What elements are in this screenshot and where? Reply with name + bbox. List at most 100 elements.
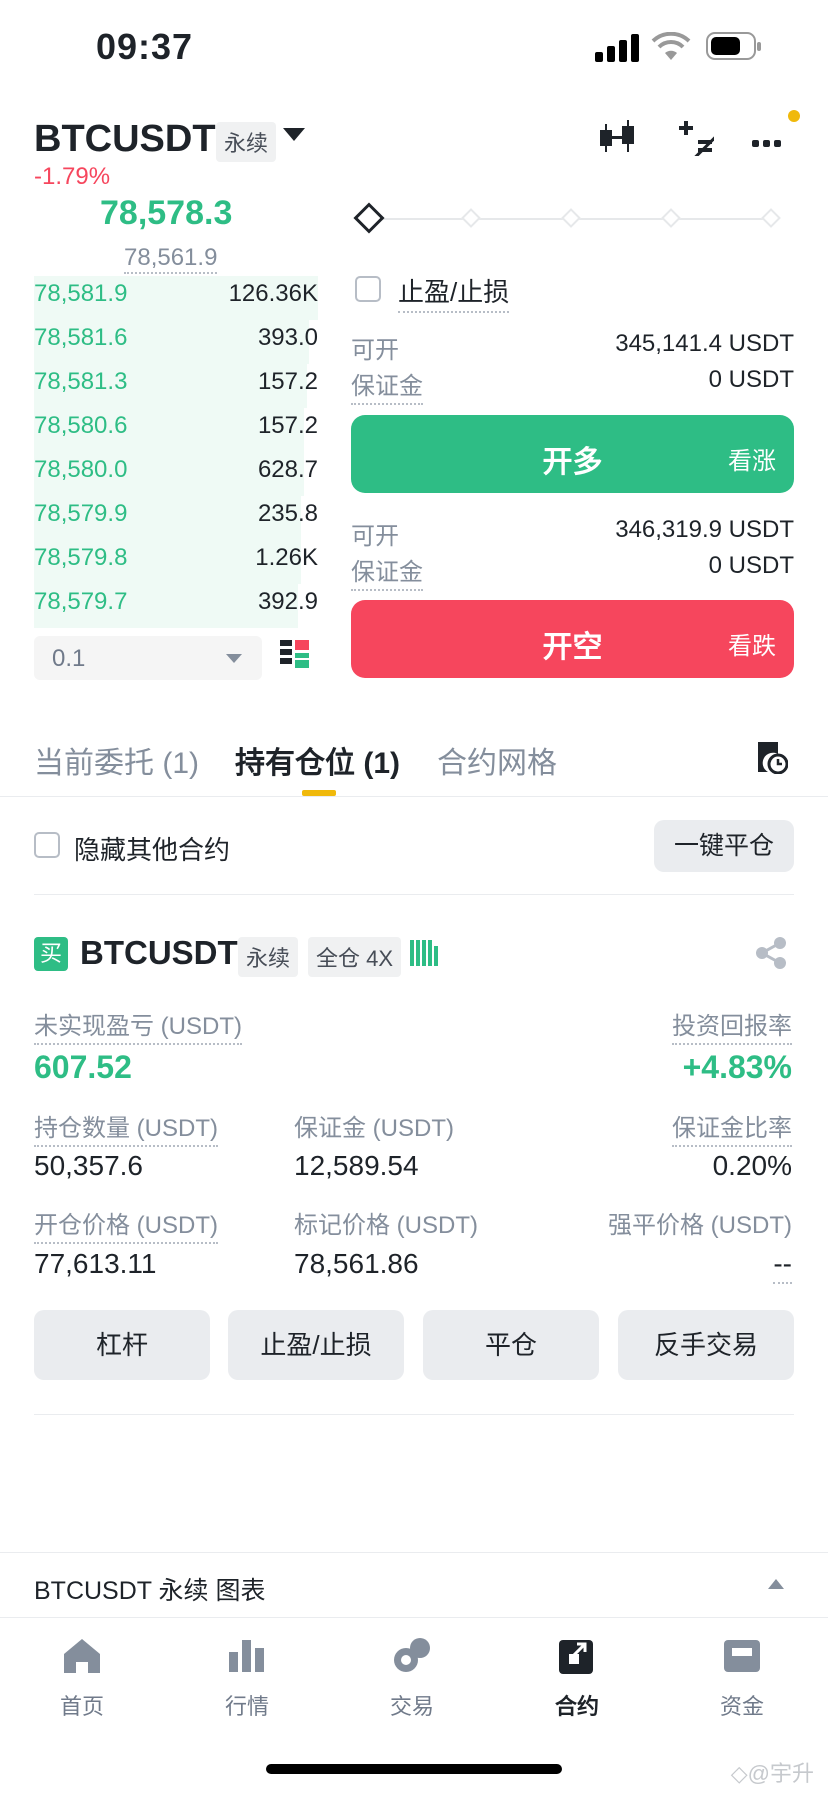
orderbook-quantity: 392.9 [257, 588, 318, 615]
slider-handle[interactable] [353, 202, 385, 234]
orderbook-quantity: 157.2 [257, 412, 318, 439]
nav-wallet-label: 资金 [719, 1694, 764, 1719]
orderbook-row[interactable]: 78,579.8 1.26K [34, 540, 318, 584]
nav-futures[interactable]: 合约 [517, 1636, 637, 1721]
divider [34, 1414, 794, 1415]
mark-price-value: 78,561.86 [294, 1248, 419, 1279]
orderbook-quantity: 393.0 [257, 324, 318, 351]
position-size-value: 50,357.6 [34, 1150, 143, 1181]
long-available-label: 可开 [351, 337, 399, 364]
leverage-button[interactable]: 杠杆 [34, 1310, 210, 1380]
last-price: 78,578.3 [100, 194, 233, 232]
leverage-slider[interactable] [353, 202, 784, 234]
depth-step-select[interactable]: 0.1 [34, 636, 262, 680]
watermark: ◇@宇升 [730, 1761, 814, 1786]
orderbook-price: 78,581.6 [34, 324, 128, 351]
price-change: -1.79% [34, 163, 111, 190]
orderbook-row[interactable]: 78,579.7 392.9 [34, 584, 318, 628]
orderbook-quantity: 1.26K [255, 544, 318, 571]
open-short-button[interactable]: 开空 看跌 [351, 600, 794, 678]
orderbook-row[interactable]: 78,580.6 157.2 [34, 408, 318, 452]
mark-price-label: 标记价格 (USDT) [294, 1212, 478, 1239]
orderbook-row[interactable]: 78,581.6 393.0 [34, 320, 318, 364]
margin-ratio-value: 0.20% [712, 1150, 792, 1181]
notification-dot [788, 110, 800, 122]
candlestick-icon[interactable] [598, 120, 638, 156]
roe-label: 投资回报率 [672, 1006, 792, 1045]
tab-open-orders[interactable]: 当前委托 (1) [34, 738, 199, 782]
tab-positions[interactable]: 持有仓位 (1) [235, 738, 400, 782]
order-history-icon[interactable] [756, 740, 788, 774]
long-margin-value: 0 USDT [708, 366, 794, 393]
wallet-icon [724, 1640, 760, 1672]
futures-icon [559, 1640, 593, 1674]
orderbook-quantity: 126.36K [228, 280, 318, 307]
more-icon[interactable] [752, 134, 785, 152]
orderbook-row[interactable]: 78,581.3 157.2 [34, 364, 318, 408]
position-size-label: 持仓数量 (USDT) [34, 1108, 218, 1147]
home-icon [64, 1639, 100, 1673]
close-position-button[interactable]: 平仓 [423, 1310, 599, 1380]
orderbook-row[interactable]: 78,580.0 628.7 [34, 452, 318, 496]
orderbook-price: 78,579.9 [34, 500, 128, 527]
trade-icon [394, 1638, 430, 1672]
orderbook-quantity: 235.8 [257, 500, 318, 527]
nav-trade[interactable]: 交易 [352, 1636, 472, 1721]
position-symbol[interactable]: BTCUSDT [80, 934, 238, 972]
close-all-button[interactable]: 一键平仓 [654, 820, 794, 872]
orderbook-price: 78,580.0 [34, 456, 128, 483]
orderbook-quantity: 628.7 [257, 456, 318, 483]
hide-other-contracts-label[interactable]: 隐藏其他合约 [74, 830, 230, 867]
chart-drawer[interactable]: BTCUSDT 永续 图表 [0, 1552, 828, 1618]
side-badge: 买 [34, 937, 68, 971]
margin-ratio-label: 保证金比率 [672, 1108, 792, 1147]
short-margin-label: 保证金 [351, 552, 423, 591]
contract-type-tag: 永续 [216, 122, 277, 162]
tpsl-button[interactable]: 止盈/止损 [228, 1310, 404, 1380]
wifi-icon [651, 32, 691, 60]
unrealized-pnl-label: 未实现盈亏 (USDT) [34, 1006, 242, 1045]
symbol-dropdown-icon[interactable] [283, 128, 305, 141]
orderbook-price: 78,581.3 [34, 368, 128, 395]
open-long-button[interactable]: 开多 看涨 [351, 415, 794, 493]
orderbook-price: 78,579.7 [34, 588, 128, 615]
tab-grid[interactable]: 合约网格 [437, 738, 557, 782]
chevron-up-icon[interactable] [768, 1579, 784, 1589]
nav-trade-label: 交易 [389, 1694, 434, 1719]
markets-icon [229, 1640, 264, 1672]
bearish-label: 看跌 [728, 633, 776, 660]
nav-markets[interactable]: 行情 [187, 1636, 307, 1721]
reverse-position-button[interactable]: 反手交易 [618, 1310, 794, 1380]
chart-drawer-label: BTCUSDT 永续 图表 [34, 1577, 266, 1605]
nav-home[interactable]: 首页 [22, 1636, 142, 1721]
mark-price: 78,561.9 [124, 244, 218, 274]
position-margin-mode[interactable]: 全仓 4X [308, 937, 402, 977]
tpsl-checkbox[interactable] [355, 276, 381, 302]
nav-futures-label: 合约 [554, 1694, 599, 1719]
contract-symbol[interactable]: BTCUSDT [34, 118, 216, 161]
entry-price-label: 开仓价格 (USDT) [34, 1205, 218, 1244]
orderbook-row[interactable]: 78,581.9 126.36K [34, 276, 318, 320]
share-icon[interactable] [754, 936, 788, 970]
position-contract-type: 永续 [238, 937, 299, 977]
long-available-value: 345,141.4 USDT [615, 330, 794, 357]
home-indicator[interactable] [266, 1764, 562, 1774]
cellular-signal-icon [595, 34, 639, 62]
tpsl-label[interactable]: 止盈/止损 [398, 272, 510, 313]
depth-step-value: 0.1 [52, 645, 86, 672]
orderbook-layout-icon[interactable] [280, 640, 310, 670]
orderbook-row[interactable]: 78,579.9 235.8 [34, 496, 318, 540]
battery-icon [706, 32, 761, 60]
orderbook-quantity: 157.2 [257, 368, 318, 395]
hide-other-contracts-checkbox[interactable] [34, 832, 60, 858]
nav-markets-label: 行情 [224, 1694, 269, 1719]
short-available-label: 可开 [351, 523, 399, 550]
short-available-value: 346,319.9 USDT [615, 516, 794, 543]
adl-indicator-icon [410, 940, 440, 971]
orderbook-price: 78,581.9 [34, 280, 128, 307]
calculator-icon[interactable] [676, 118, 714, 156]
short-margin-value: 0 USDT [708, 552, 794, 579]
unrealized-pnl-value: 607.52 [34, 1049, 132, 1085]
entry-price-value: 77,613.11 [34, 1248, 157, 1279]
nav-wallet[interactable]: 资金 [682, 1636, 802, 1721]
